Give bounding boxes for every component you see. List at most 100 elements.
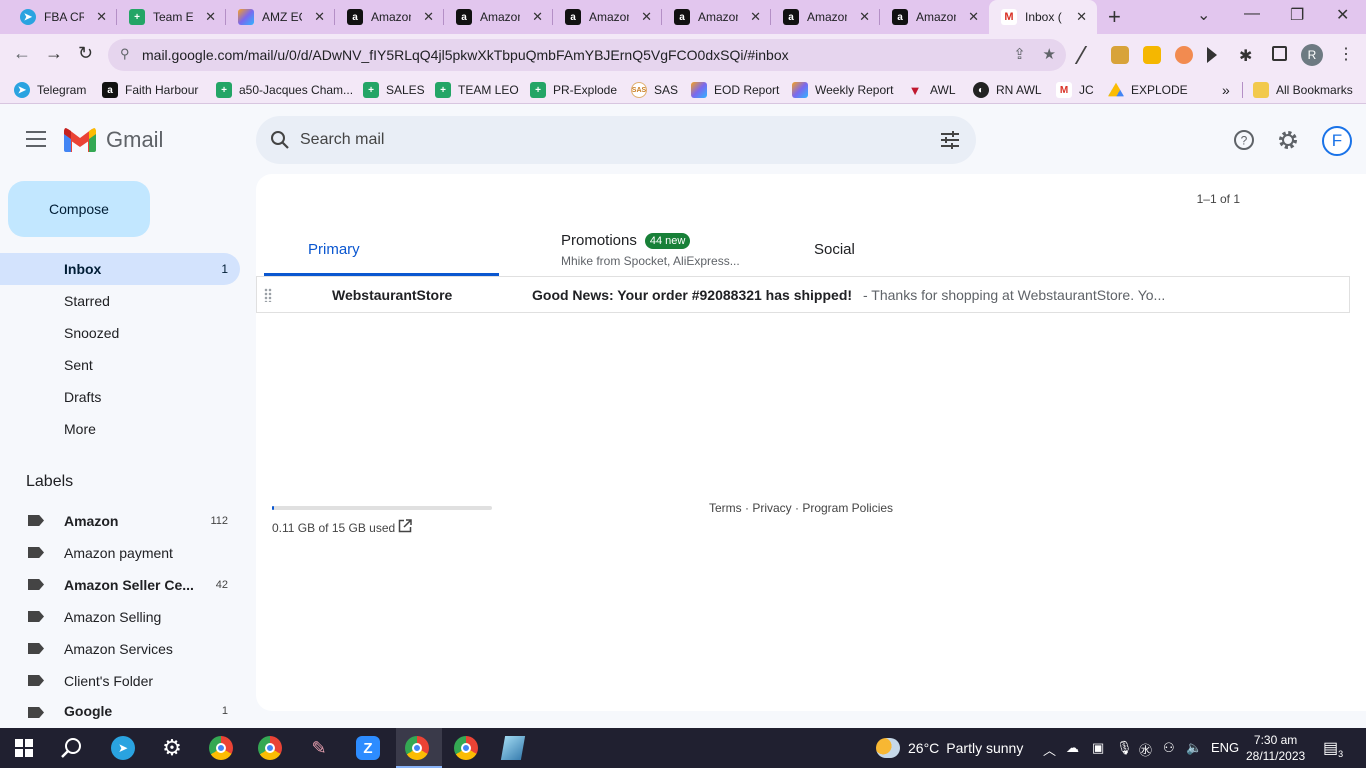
bookmark-item[interactable]: Weekly Report xyxy=(792,82,893,98)
label-item-clients-folder[interactable]: Client's Folder xyxy=(0,665,240,697)
gmail-logo[interactable] xyxy=(64,128,96,152)
tab-search-icon[interactable]: ⌄ xyxy=(1197,5,1210,25)
extension-icon[interactable] xyxy=(1074,46,1094,64)
forward-button[interactable]: → xyxy=(45,43,63,64)
open-in-new-icon[interactable] xyxy=(398,519,412,533)
tab-primary[interactable]: Primary xyxy=(264,234,499,276)
browser-tab[interactable]: AMZ EC ✕ xyxy=(226,0,335,34)
nav-item-sent[interactable]: Sent xyxy=(0,349,240,381)
close-icon[interactable]: ✕ xyxy=(96,10,107,24)
browser-tab[interactable]: a Amazon ✕ xyxy=(335,0,444,34)
weather-widget[interactable]: 26°C Partly sunny xyxy=(876,738,1023,758)
close-icon[interactable]: ✕ xyxy=(314,10,325,24)
search-icon[interactable] xyxy=(60,736,84,760)
bookmark-item[interactable]: + PR-Explode xyxy=(530,82,617,98)
meet-now-icon[interactable]: ▣ xyxy=(1092,740,1104,756)
extension-icon[interactable] xyxy=(1207,47,1217,63)
bookmarks-overflow-button[interactable]: » xyxy=(1222,82,1230,98)
side-panel-icon[interactable] xyxy=(1272,46,1287,61)
bookmark-item[interactable]: ➤ Telegram xyxy=(14,82,86,98)
footer-links[interactable]: Terms · Privacy · Program Policies xyxy=(709,501,893,515)
chrome-icon[interactable] xyxy=(454,736,478,760)
close-icon[interactable]: ✕ xyxy=(423,10,434,24)
close-icon[interactable]: ✕ xyxy=(641,10,652,24)
share-icon[interactable]: ⇪ xyxy=(1013,46,1026,63)
nav-item-inbox[interactable]: Inbox 1 xyxy=(0,253,240,285)
browser-tab[interactable]: + Team Ex ✕ xyxy=(117,0,226,34)
paint-icon[interactable]: ✎ xyxy=(307,736,331,760)
label-item-amazon[interactable]: Amazon 112 xyxy=(0,505,240,537)
more-vert-icon[interactable]: ⋮ xyxy=(1338,44,1354,64)
site-info-icon[interactable]: ⚲ xyxy=(120,46,130,62)
main-menu-icon[interactable] xyxy=(26,131,46,147)
label-item-amazon-seller-central[interactable]: Amazon Seller Ce... 42 xyxy=(0,569,240,601)
chrome-icon[interactable] xyxy=(258,736,282,760)
drag-handle-icon[interactable] xyxy=(264,288,272,302)
ime-icon[interactable]: ㊌ xyxy=(1139,740,1152,759)
all-bookmarks-button[interactable]: All Bookmarks xyxy=(1242,82,1353,98)
tab-promotions[interactable]: Promotions 44 new Mhike from Spocket, Ali… xyxy=(561,232,740,274)
search-options-icon[interactable] xyxy=(940,130,960,150)
browser-tab[interactable]: a Amazon ✕ xyxy=(553,0,662,34)
close-icon[interactable]: ✕ xyxy=(968,10,979,24)
browser-tab[interactable]: a Amazon ✕ xyxy=(771,0,880,34)
bookmark-item[interactable]: + TEAM LEO xyxy=(435,82,519,98)
onedrive-icon[interactable]: ☁ xyxy=(1066,740,1079,756)
browser-tab[interactable]: ➤ FBA CR ✕ xyxy=(8,0,117,34)
close-icon[interactable]: ✕ xyxy=(1076,10,1087,24)
language-indicator[interactable]: ENG xyxy=(1211,740,1239,755)
nav-item-more[interactable]: More xyxy=(0,413,240,445)
nav-item-snoozed[interactable]: Snoozed xyxy=(0,317,240,349)
system-clock[interactable]: 7:30 am 28/11/2023 xyxy=(1246,732,1305,764)
bookmark-item[interactable]: M JC xyxy=(1056,82,1094,98)
browser-tab[interactable]: a Amazon ✕ xyxy=(880,0,989,34)
microphone-icon[interactable]: 🎙 xyxy=(1116,740,1133,756)
chrome-icon[interactable] xyxy=(405,736,429,760)
extension-icon[interactable] xyxy=(1175,46,1193,64)
bookmark-item[interactable]: ▼ AWL xyxy=(907,82,956,98)
bookmark-item[interactable]: SAS SAS xyxy=(631,82,678,98)
new-tab-button[interactable]: + xyxy=(1108,4,1121,30)
volume-icon[interactable]: 🔈 xyxy=(1186,740,1202,756)
search-input[interactable] xyxy=(300,128,900,152)
close-window-button[interactable]: ✕ xyxy=(1336,5,1349,25)
search-icon[interactable] xyxy=(268,128,292,152)
close-icon[interactable]: ✕ xyxy=(859,10,870,24)
back-button[interactable]: ← xyxy=(13,43,31,64)
settings-gear-icon[interactable]: ⚙ xyxy=(160,735,184,760)
bookmark-item[interactable]: + SALES xyxy=(363,82,425,98)
puzzle-icon[interactable]: ✱ xyxy=(1239,46,1257,65)
extension-icon[interactable] xyxy=(1143,46,1161,64)
bookmark-star-icon[interactable]: ★ xyxy=(1043,46,1056,63)
nav-item-drafts[interactable]: Drafts xyxy=(0,381,240,413)
bookmark-item[interactable]: EOD Report xyxy=(691,82,779,98)
account-avatar[interactable]: F xyxy=(1322,126,1352,156)
chrome-icon[interactable] xyxy=(209,736,233,760)
telegram-icon[interactable]: ➤ xyxy=(111,736,135,760)
compose-button[interactable]: Compose xyxy=(8,181,150,237)
nav-item-starred[interactable]: Starred xyxy=(0,285,240,317)
network-icon[interactable]: ⚇ xyxy=(1163,740,1175,756)
close-icon[interactable]: ✕ xyxy=(532,10,543,24)
zoom-icon[interactable]: Z xyxy=(356,736,380,760)
address-bar[interactable]: ⚲ mail.google.com/mail/u/0/d/ADwNV_fIY5R… xyxy=(108,39,1066,71)
windows-start-icon[interactable] xyxy=(12,736,36,760)
close-icon[interactable]: ✕ xyxy=(205,10,216,24)
help-icon[interactable]: ? xyxy=(1232,128,1256,152)
browser-tab-active[interactable]: M Inbox ( ✕ xyxy=(989,0,1097,34)
bookmark-item[interactable]: ◐ RN AWL xyxy=(973,82,1042,98)
close-icon[interactable]: ✕ xyxy=(750,10,761,24)
label-item-amazon-payment[interactable]: Amazon payment xyxy=(0,537,240,569)
reload-button[interactable]: ↻ xyxy=(78,43,93,64)
restore-button[interactable]: ❐ xyxy=(1290,5,1304,25)
bookmark-item[interactable]: a Faith Harbour xyxy=(102,82,198,98)
notifications-icon[interactable]: ▤3 xyxy=(1323,738,1343,759)
label-item-amazon-services[interactable]: Amazon Services xyxy=(0,633,240,665)
label-item-amazon-selling[interactable]: Amazon Selling xyxy=(0,601,240,633)
bookmark-item[interactable]: + a50-Jacques Cham... xyxy=(216,82,353,98)
label-item-google[interactable]: Google 1 xyxy=(0,697,240,725)
notepad-icon[interactable] xyxy=(500,736,526,760)
browser-tab[interactable]: a Amazon ✕ xyxy=(662,0,771,34)
profile-avatar[interactable]: R xyxy=(1301,44,1323,66)
browser-tab[interactable]: a Amazon ✕ xyxy=(444,0,553,34)
